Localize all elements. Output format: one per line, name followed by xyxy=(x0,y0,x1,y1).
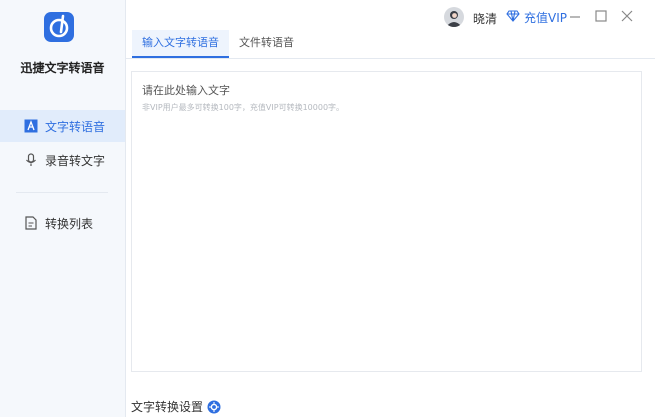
app-logo-icon xyxy=(44,12,74,42)
editor-placeholder: 请在此处输入文字 xyxy=(142,84,230,97)
divider xyxy=(16,192,108,193)
app-name: 迅捷文字转语音 xyxy=(20,61,105,75)
gear-icon[interactable] xyxy=(207,400,221,414)
conversion-settings: 文字转换设置 xyxy=(131,398,221,415)
minimize-icon[interactable] xyxy=(568,9,582,23)
sidebar-item-speech-to-text[interactable]: 录音转文字 xyxy=(0,144,125,176)
vip-recharge-button[interactable]: 充值VIP xyxy=(506,9,567,26)
username[interactable]: 晓清 xyxy=(473,10,497,27)
sidebar-item-text-to-speech[interactable]: 文字转语音 xyxy=(0,110,125,142)
sidebar-item-conversion-list[interactable]: 转换列表 xyxy=(0,207,125,239)
text-a-icon xyxy=(24,119,38,133)
sidebar-item-label: 录音转文字 xyxy=(45,154,106,168)
text-input-area[interactable]: 请在此处输入文字 非VIP用户最多可转换100字，充值VIP可转换10000字。 xyxy=(131,71,642,372)
sidebar-item-label: 转换列表 xyxy=(45,217,94,231)
tab-file-to-speech[interactable]: 文件转语音 xyxy=(229,30,304,56)
sidebar-item-label: 文字转语音 xyxy=(45,120,106,134)
vip-label: 充值VIP xyxy=(524,11,567,25)
close-icon[interactable] xyxy=(620,9,634,23)
microphone-icon xyxy=(24,153,38,167)
settings-label: 文字转换设置 xyxy=(131,400,204,414)
tab-input-text[interactable]: 输入文字转语音 xyxy=(132,30,229,58)
sidebar: 迅捷文字转语音 文字转语音 录音转文字 转换列表 xyxy=(0,0,126,417)
editor-hint: 非VIP用户最多可转换100字，充值VIP可转换10000字。 xyxy=(142,103,345,112)
list-document-icon xyxy=(24,216,38,230)
maximize-icon[interactable] xyxy=(594,9,608,23)
tab-bar: 输入文字转语音 文件转语音 xyxy=(126,30,655,59)
avatar[interactable] xyxy=(444,7,464,27)
diamond-icon xyxy=(506,10,520,25)
